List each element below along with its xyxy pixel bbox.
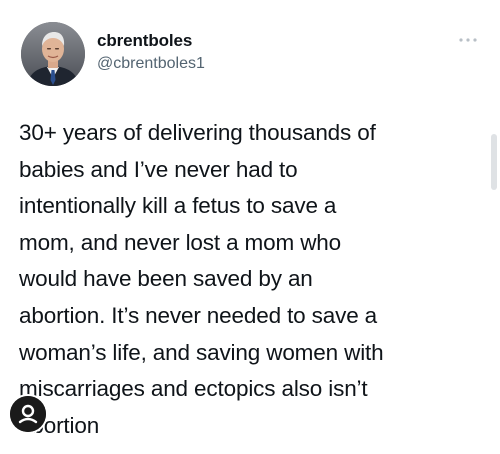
display-name[interactable]: cbrentboles (97, 31, 192, 51)
tweet-card: cbrentboles @cbrentboles1 30+ years of d… (0, 0, 500, 454)
avatar-photo (21, 22, 85, 86)
avatar[interactable] (21, 22, 85, 86)
scrollbar-thumb[interactable] (491, 134, 497, 190)
tweet-text: 30+ years of delivering thousands of bab… (19, 120, 384, 438)
user-handle[interactable]: @cbrentboles1 (97, 55, 205, 73)
user-badge-icon (10, 396, 46, 432)
more-options-icon[interactable] (456, 34, 480, 46)
